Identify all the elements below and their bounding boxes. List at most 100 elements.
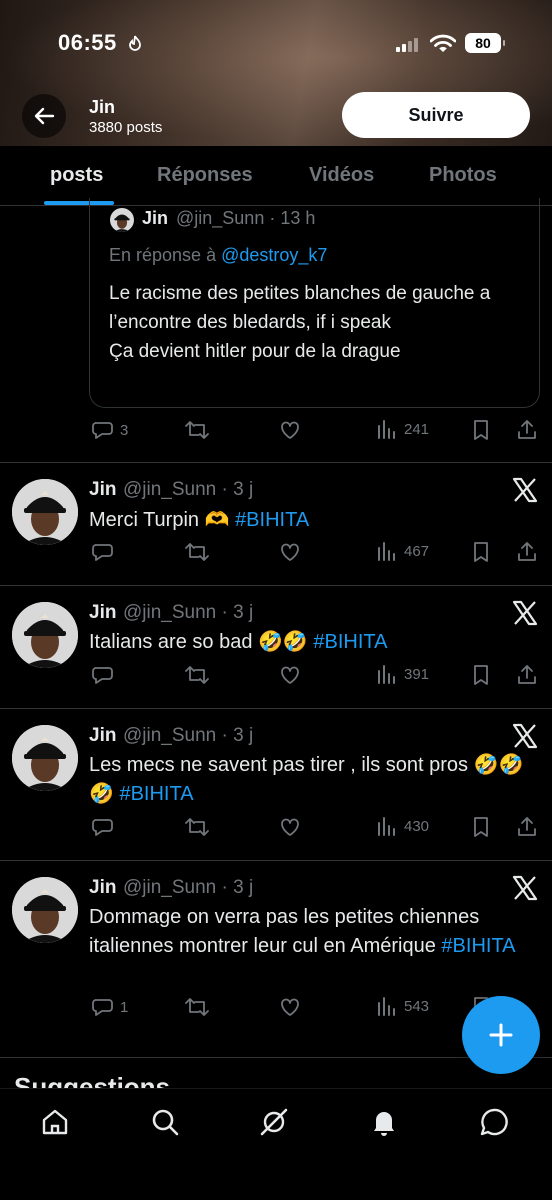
nav-home[interactable] <box>37 1104 73 1140</box>
avatar[interactable] <box>12 877 78 943</box>
views-button[interactable]: 467 <box>376 540 429 562</box>
tweet-author-name[interactable]: Jin <box>89 877 116 899</box>
hashtag-link[interactable]: #BIHITA <box>235 509 309 531</box>
battery-indicator: 80 <box>465 33 505 53</box>
bookmark-button[interactable] <box>470 815 492 839</box>
x-logo-icon[interactable] <box>512 723 538 749</box>
nav-notifications[interactable] <box>366 1104 402 1140</box>
tab-replies[interactable]: Réponses <box>157 164 253 187</box>
views-button[interactable]: 241 <box>376 418 429 440</box>
repost-button[interactable] <box>184 540 210 564</box>
bar-chart-icon <box>378 542 395 561</box>
share-button[interactable] <box>516 815 538 839</box>
share-icon <box>518 817 536 836</box>
profile-header: 06:55 80 Jin 3880 posts Suivre <box>0 0 552 146</box>
reply-button[interactable]: 1 <box>90 995 128 1019</box>
bookmark-button[interactable] <box>470 540 492 564</box>
focus-icon <box>128 35 142 55</box>
like-button[interactable] <box>278 540 302 564</box>
views-count: 430 <box>404 817 430 835</box>
repost-button[interactable] <box>184 418 210 442</box>
quote-text: Le racisme des petites blanches de gauch… <box>109 279 529 366</box>
avatar[interactable] <box>12 602 78 668</box>
status-bar: 06:55 80 <box>0 0 552 90</box>
quote-text-line: Ça devient hitler pour de la drague <box>109 341 401 362</box>
compose-button[interactable] <box>462 996 540 1074</box>
hashtag-link[interactable]: #BIHITA <box>441 935 515 957</box>
wifi-icon <box>429 34 457 59</box>
posts-count: 3880 posts <box>89 119 163 136</box>
comment-icon <box>92 667 113 684</box>
reply-count: 3 <box>120 421 129 439</box>
heart-icon <box>281 421 299 439</box>
tweet-author-name[interactable]: Jin <box>89 602 116 624</box>
views-button[interactable]: 543 <box>376 995 429 1017</box>
heart-icon <box>281 666 299 684</box>
back-button[interactable] <box>22 94 66 138</box>
quote-text-line: Le racisme des petites blanches de gauch… <box>109 283 491 333</box>
quote-author-name[interactable]: Jin <box>142 208 168 229</box>
avatar[interactable] <box>12 725 78 791</box>
bookmark-button[interactable] <box>470 418 492 442</box>
nav-grok[interactable] <box>256 1104 292 1140</box>
repost-button[interactable] <box>184 995 210 1019</box>
quoted-post-card[interactable]: Jin @jin_Sunn · 13 h En réponse à @destr… <box>89 198 540 408</box>
follow-button[interactable]: Suivre <box>342 92 530 138</box>
bar-chart-icon <box>378 665 395 684</box>
share-button[interactable] <box>516 540 538 564</box>
repost-button[interactable] <box>184 815 210 839</box>
heart-icon <box>281 998 299 1016</box>
views-count: 543 <box>404 997 430 1015</box>
share-button[interactable] <box>516 663 538 687</box>
comment-icon <box>92 422 113 439</box>
heart-icon <box>281 543 299 561</box>
x-logo-icon[interactable] <box>512 600 538 626</box>
hashtag-link[interactable]: #BIHITA <box>313 631 387 653</box>
tweet-author-name[interactable]: Jin <box>89 479 116 501</box>
tab-photos[interactable]: Photos <box>429 164 497 187</box>
like-button[interactable] <box>278 663 302 687</box>
reply-context: En réponse à @destroy_k7 <box>109 245 327 266</box>
tweet-text: Italians are so bad 🤣🤣 #BIHITA <box>89 628 539 657</box>
bookmark-button[interactable] <box>470 663 492 687</box>
share-icon <box>518 420 536 439</box>
reply-mention-link[interactable]: @destroy_k7 <box>221 245 327 265</box>
message-icon <box>480 1108 508 1136</box>
reply-count: 1 <box>120 998 129 1016</box>
tweet-author-meta: @jin_Sunn · 3 j <box>123 479 254 500</box>
nav-messages[interactable] <box>476 1104 512 1140</box>
retweet-icon <box>185 666 209 684</box>
reply-button[interactable]: 3 <box>90 418 128 442</box>
retweet-icon <box>185 818 209 836</box>
reply-button[interactable] <box>90 663 114 687</box>
x-logo-icon[interactable] <box>512 875 538 901</box>
like-button[interactable] <box>278 995 302 1019</box>
like-button[interactable] <box>278 815 302 839</box>
like-button[interactable] <box>278 418 302 442</box>
cellular-signal-icon <box>396 38 418 52</box>
avatar <box>110 208 134 232</box>
reply-button[interactable] <box>90 815 114 839</box>
views-count: 467 <box>404 542 430 560</box>
tweet-author-name[interactable]: Jin <box>89 725 116 747</box>
comment-icon <box>92 999 113 1016</box>
bottom-navigation <box>0 1088 552 1200</box>
clock-time: 06:55 <box>58 30 117 55</box>
tweet-body: Italians are so bad 🤣🤣 <box>89 631 308 653</box>
repost-button[interactable] <box>184 663 210 687</box>
avatar[interactable] <box>12 479 78 545</box>
hashtag-link[interactable]: #BIHITA <box>119 783 193 805</box>
bell-icon <box>374 1112 394 1136</box>
reply-button[interactable] <box>90 540 114 564</box>
bar-chart-icon <box>378 997 395 1016</box>
profile-tabs: posts Réponses Vidéos Photos <box>0 146 552 206</box>
views-button[interactable]: 391 <box>376 663 429 685</box>
tab-videos[interactable]: Vidéos <box>309 164 374 187</box>
nav-search[interactable] <box>147 1104 183 1140</box>
share-button[interactable] <box>516 418 538 442</box>
views-button[interactable]: 430 <box>376 815 429 837</box>
x-logo-icon[interactable] <box>512 477 538 503</box>
share-icon <box>518 542 536 561</box>
tab-posts[interactable]: posts <box>50 164 103 187</box>
bookmark-icon <box>474 665 488 685</box>
